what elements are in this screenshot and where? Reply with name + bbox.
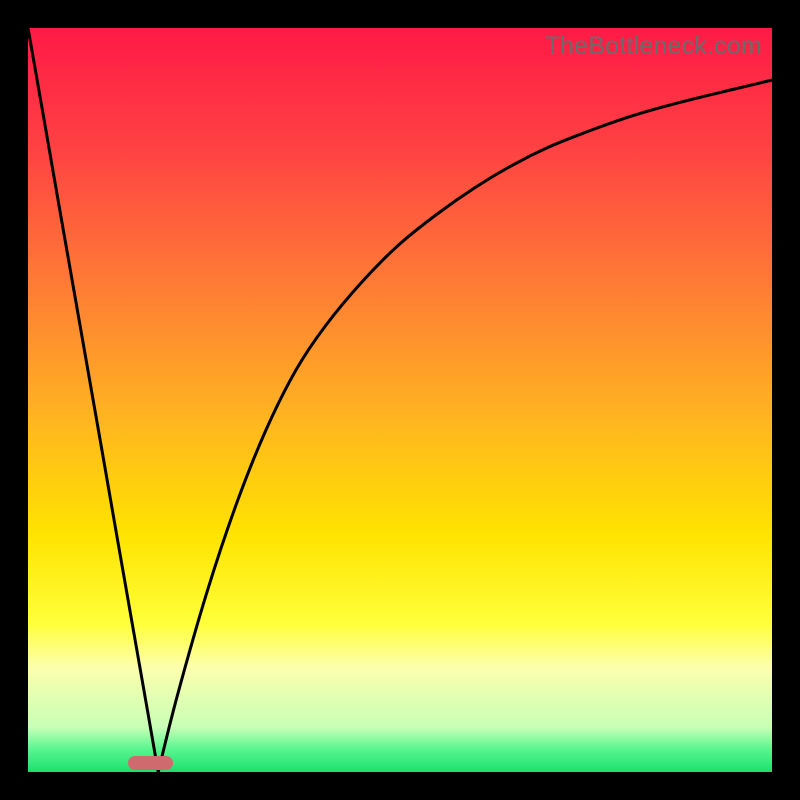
plot-area: TheBottleneck.com	[28, 28, 772, 772]
balance-marker	[128, 756, 173, 770]
bottleneck-curves	[28, 28, 772, 772]
curve-right-branch	[158, 80, 772, 772]
chart-frame: TheBottleneck.com	[0, 0, 800, 800]
curve-left-branch	[28, 28, 158, 772]
